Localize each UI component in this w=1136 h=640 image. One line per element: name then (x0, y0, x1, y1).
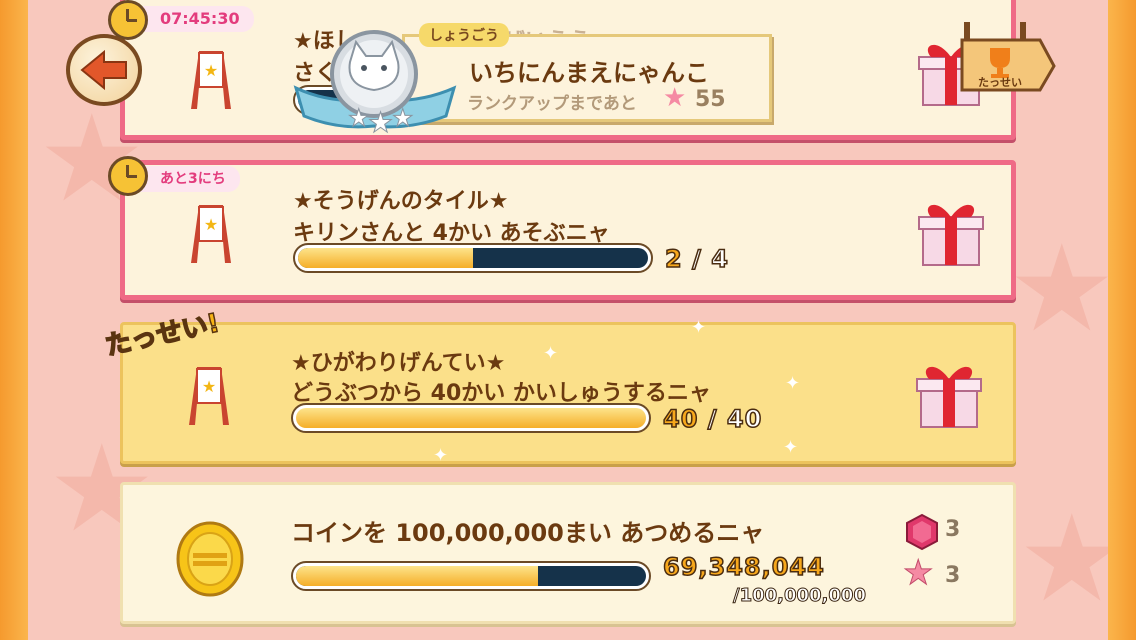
rank-sub: ランクアップまであと (467, 94, 637, 114)
progress-bar (291, 403, 651, 433)
mission-card-2[interactable]: ★ ★そうげんのタイル★ キリンさんと 4かい あそぶニャ 2 / 4 (120, 160, 1016, 300)
svg-text:★: ★ (204, 61, 218, 80)
progress-fill (296, 566, 538, 586)
gift-icon[interactable] (917, 195, 985, 269)
frame-right (1108, 0, 1136, 640)
rank-remaining: 55 (695, 87, 726, 112)
svg-text:★: ★ (202, 377, 216, 396)
reward-gem-count: 3 (945, 517, 961, 542)
frame-left (0, 0, 28, 640)
coin-icon (176, 521, 244, 597)
clock-icon (108, 0, 148, 40)
progress-fill (298, 248, 473, 268)
progress-text: 2 / 4 (664, 244, 729, 274)
back-arrow-icon (80, 49, 127, 91)
progress-total: /100,000,000 (733, 585, 867, 607)
easel-icon: ★ (189, 367, 229, 425)
mission-card-3[interactable]: ★ ★ひがわりげんてい★ どうぶつから 40かい かいしゅうするニャ 40 / … (120, 317, 1016, 466)
svg-text:★: ★ (204, 215, 218, 234)
easel-icon: ★ (191, 205, 231, 263)
sparkle-icon: ✦ (691, 317, 707, 338)
gem-icon (906, 513, 938, 551)
achievement-button[interactable]: たっせい (960, 22, 1056, 92)
star-icon: ★ (663, 83, 687, 113)
mission-card-4[interactable]: コインを 100,000,000まい あつめるニャ 69,348,044 /10… (120, 482, 1016, 624)
sparkle-icon: ✦ (783, 437, 799, 458)
sparkle-icon: ✦ (543, 343, 559, 364)
progress-current: 69,348,044 (662, 552, 825, 582)
mission-title: コインを 100,000,000まい あつめるニャ (291, 519, 765, 547)
star-icon: ★ (902, 553, 934, 594)
svg-text:★: ★ (368, 106, 393, 139)
svg-text:★: ★ (348, 104, 370, 132)
easel-icon: ★ (191, 51, 231, 109)
mission-title: ★ひがわりげんてい★ (291, 351, 506, 376)
reward-star-count: 3 (945, 563, 961, 588)
gift-icon[interactable] (915, 357, 983, 431)
back-button[interactable] (66, 34, 142, 106)
progress-bar (291, 561, 651, 591)
achievement-label: たっせい (978, 76, 1022, 89)
progress-bar (293, 243, 653, 273)
sparkle-icon: ✦ (433, 445, 449, 466)
sparkle-icon: ✦ (785, 373, 801, 394)
svg-text:★: ★ (392, 104, 414, 132)
progress-fill (296, 408, 646, 428)
progress-text: 40 / 40 (662, 404, 763, 434)
cat-medal-icon: ★ ★ ★ (293, 30, 457, 140)
mission-title: ★そうげんのタイル★ (293, 189, 509, 214)
clock-icon (108, 156, 148, 196)
